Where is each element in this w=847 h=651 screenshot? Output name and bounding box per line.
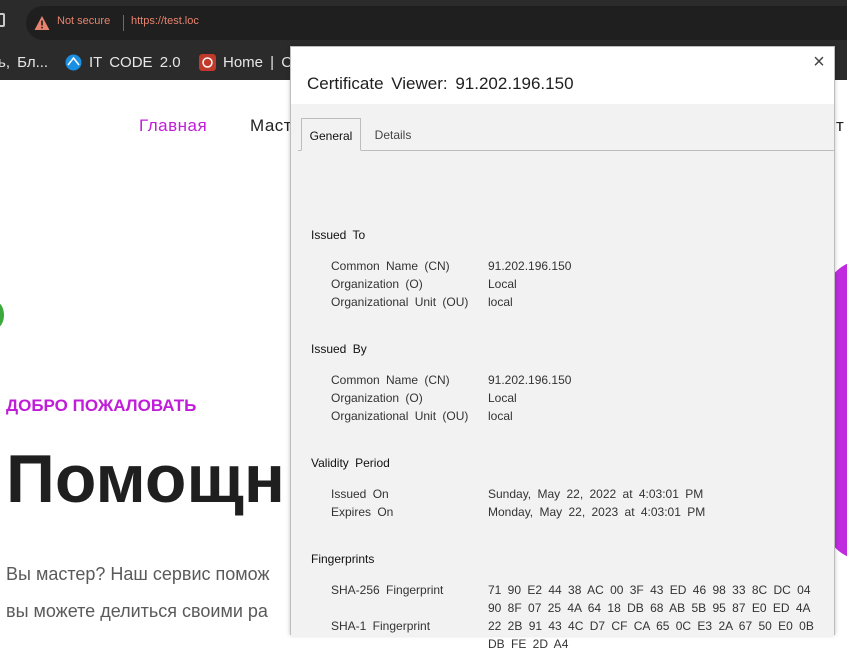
certificate-viewer-dialog: Certificate Viewer: 91.202.196.150 × Gen…	[290, 46, 835, 651]
not-secure-label[interactable]: Not secure	[57, 15, 110, 27]
nav-link-masters[interactable]: Маст	[250, 116, 292, 136]
expires-on-value: Monday, May 22, 2023 at 4:03:01 PM	[488, 505, 706, 519]
tab-bar: General Details	[291, 104, 835, 151]
hero-text-line-1: Вы мастер? Наш сервис помож	[6, 564, 270, 584]
issued-on-value: Sunday, May 22, 2022 at 4:03:01 PM	[488, 487, 704, 501]
browser-toolbar: Not secure https://test.loc	[0, 0, 847, 46]
bookmark-item-home[interactable]: Home | C	[223, 54, 292, 71]
issued-to-ou-label: Organizational Unit (OU)	[331, 295, 469, 309]
url-text[interactable]: https://test.loc	[131, 15, 199, 27]
omnibox[interactable]: Not secure https://test.loc	[26, 6, 847, 40]
tab-general[interactable]: General	[301, 118, 361, 151]
decorative-green-shape	[0, 302, 4, 328]
issued-by-cn-value: 91.202.196.150	[488, 373, 572, 387]
warning-icon[interactable]	[34, 15, 50, 31]
close-button[interactable]: ×	[809, 52, 829, 72]
issued-by-ou-value: local	[488, 409, 513, 423]
issued-to-o-label: Organization (O)	[331, 277, 423, 291]
section-issued-to-title: Issued To	[311, 228, 366, 242]
issued-by-ou-label: Organizational Unit (OU)	[331, 409, 469, 423]
tab-divider	[298, 150, 835, 151]
globe-icon	[65, 54, 82, 71]
site-favicon-icon	[199, 54, 216, 71]
issued-to-cn-label: Common Name (CN)	[331, 259, 450, 273]
tab-details[interactable]: Details	[367, 118, 419, 150]
dialog-body: General Details Issued To Common Name (C…	[291, 104, 835, 651]
omnibox-divider	[123, 15, 124, 31]
bookmark-item-1[interactable]: ь, Бл...	[0, 54, 48, 71]
bookmark-item-itcode[interactable]: IT CODE 2.0	[89, 54, 181, 71]
sha256-value-line-2: 90 8F 07 25 4A 64 18 DB 68 AB 5B 95 87 E…	[488, 601, 811, 615]
sha1-label: SHA-1 Fingerprint	[331, 619, 431, 633]
nav-link-home[interactable]: Главная	[139, 116, 207, 136]
welcome-heading: ДОБРО ПОЖАЛОВАТЬ	[6, 396, 197, 415]
bookmark-star-icon[interactable]	[0, 13, 5, 27]
hero-title: Помощн	[6, 441, 285, 517]
dialog-header: Certificate Viewer: 91.202.196.150 ×	[291, 47, 834, 104]
hero-text-line-2: вы можете делиться своими ра	[6, 601, 268, 621]
dialog-title: Certificate Viewer: 91.202.196.150	[307, 74, 574, 93]
nav-link-right[interactable]: т	[836, 116, 844, 136]
expires-on-label: Expires On	[331, 505, 394, 519]
section-validity-title: Validity Period	[311, 456, 390, 470]
issued-to-cn-value: 91.202.196.150	[488, 259, 572, 273]
issued-by-cn-label: Common Name (CN)	[331, 373, 450, 387]
sha256-value-line-1: 71 90 E2 44 38 AC 00 3F 43 ED 46 98 33 8…	[488, 583, 811, 597]
issued-on-label: Issued On	[331, 487, 389, 501]
issued-to-o-value: Local	[488, 277, 517, 291]
section-issued-by-title: Issued By	[311, 342, 367, 356]
issued-to-ou-value: local	[488, 295, 513, 309]
issued-by-o-label: Organization (O)	[331, 391, 423, 405]
sha1-value-line-2: DB FE 2D A4	[488, 637, 569, 651]
issued-by-o-value: Local	[488, 391, 517, 405]
sha256-label: SHA-256 Fingerprint	[331, 583, 444, 597]
section-fingerprints-title: Fingerprints	[311, 552, 375, 566]
sha1-value-line-1: 22 2B 91 43 4C D7 CF CA 65 0C E3 2A 67 5…	[488, 619, 814, 633]
